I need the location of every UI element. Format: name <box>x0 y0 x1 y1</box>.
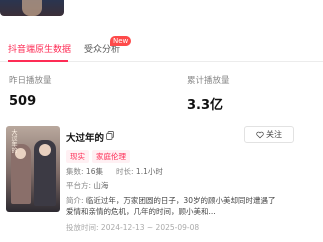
platform-info: 平台方: 山海 <box>66 180 108 191</box>
duration-value: 1.1小时 <box>135 167 163 176</box>
top-poster-thumbnail <box>0 0 64 16</box>
episodes-label: 集数: <box>66 167 84 176</box>
drama-poster[interactable]: 大过年的 <box>6 126 60 212</box>
platform-value: 山海 <box>93 181 109 190</box>
follow-label: 关注 <box>266 130 282 139</box>
drama-intro: 简介: 临近过年，万家团圆的日子，30岁的顾小美却同时遭遇了爱情和亲情的危机，几… <box>66 195 276 217</box>
heart-icon <box>256 131 264 138</box>
duration-info: 时长: 1.1小时 <box>116 166 163 177</box>
release-period: 投放时间: 2024-12-13 ~ 2025-09-08 <box>66 222 199 233</box>
yesterday-plays-value: 509 <box>9 94 37 109</box>
follow-button[interactable]: 关注 <box>244 126 294 143</box>
episodes-info: 集数: 16集 <box>66 166 103 177</box>
copy-icon[interactable] <box>106 131 114 140</box>
episodes-value: 16集 <box>85 167 103 176</box>
intro-text: 临近过年，万家团圆的日子，30岁的顾小美却同时遭遇了爱情和亲情的危机，几年的时间… <box>66 196 276 216</box>
active-tab-indicator <box>8 60 68 62</box>
drama-title[interactable]: 大过年的 <box>66 130 104 144</box>
new-badge: New <box>110 36 132 46</box>
total-plays-value: 3.3亿 <box>187 98 224 113</box>
total-plays-label: 累计播放量 <box>187 76 230 86</box>
intro-label: 简介: <box>66 196 84 205</box>
top-poster-figure <box>22 0 42 16</box>
release-period-label: 投放时间: <box>66 223 99 232</box>
release-period-value: 2024-12-13 ~ 2025-09-08 <box>100 223 200 232</box>
duration-label: 时长: <box>116 167 134 176</box>
tag-realistic: 现实 <box>66 150 89 163</box>
poster-head-right <box>39 144 51 156</box>
platform-label: 平台方: <box>66 181 92 190</box>
tag-family-ethics: 家庭伦理 <box>92 150 130 163</box>
drama-card[interactable]: 大过年的 大过年的 关注 现实 家庭伦理 集数: 16集 时长: 1.1小时 平… <box>6 122 317 240</box>
tab-bar: 抖音端原生数据 受众分析 New <box>0 36 323 62</box>
tab-douyin-native-data[interactable]: 抖音端原生数据 <box>8 42 71 55</box>
poster-title: 大过年的 <box>10 129 17 153</box>
yesterday-plays-label: 昨日播放量 <box>9 76 52 86</box>
